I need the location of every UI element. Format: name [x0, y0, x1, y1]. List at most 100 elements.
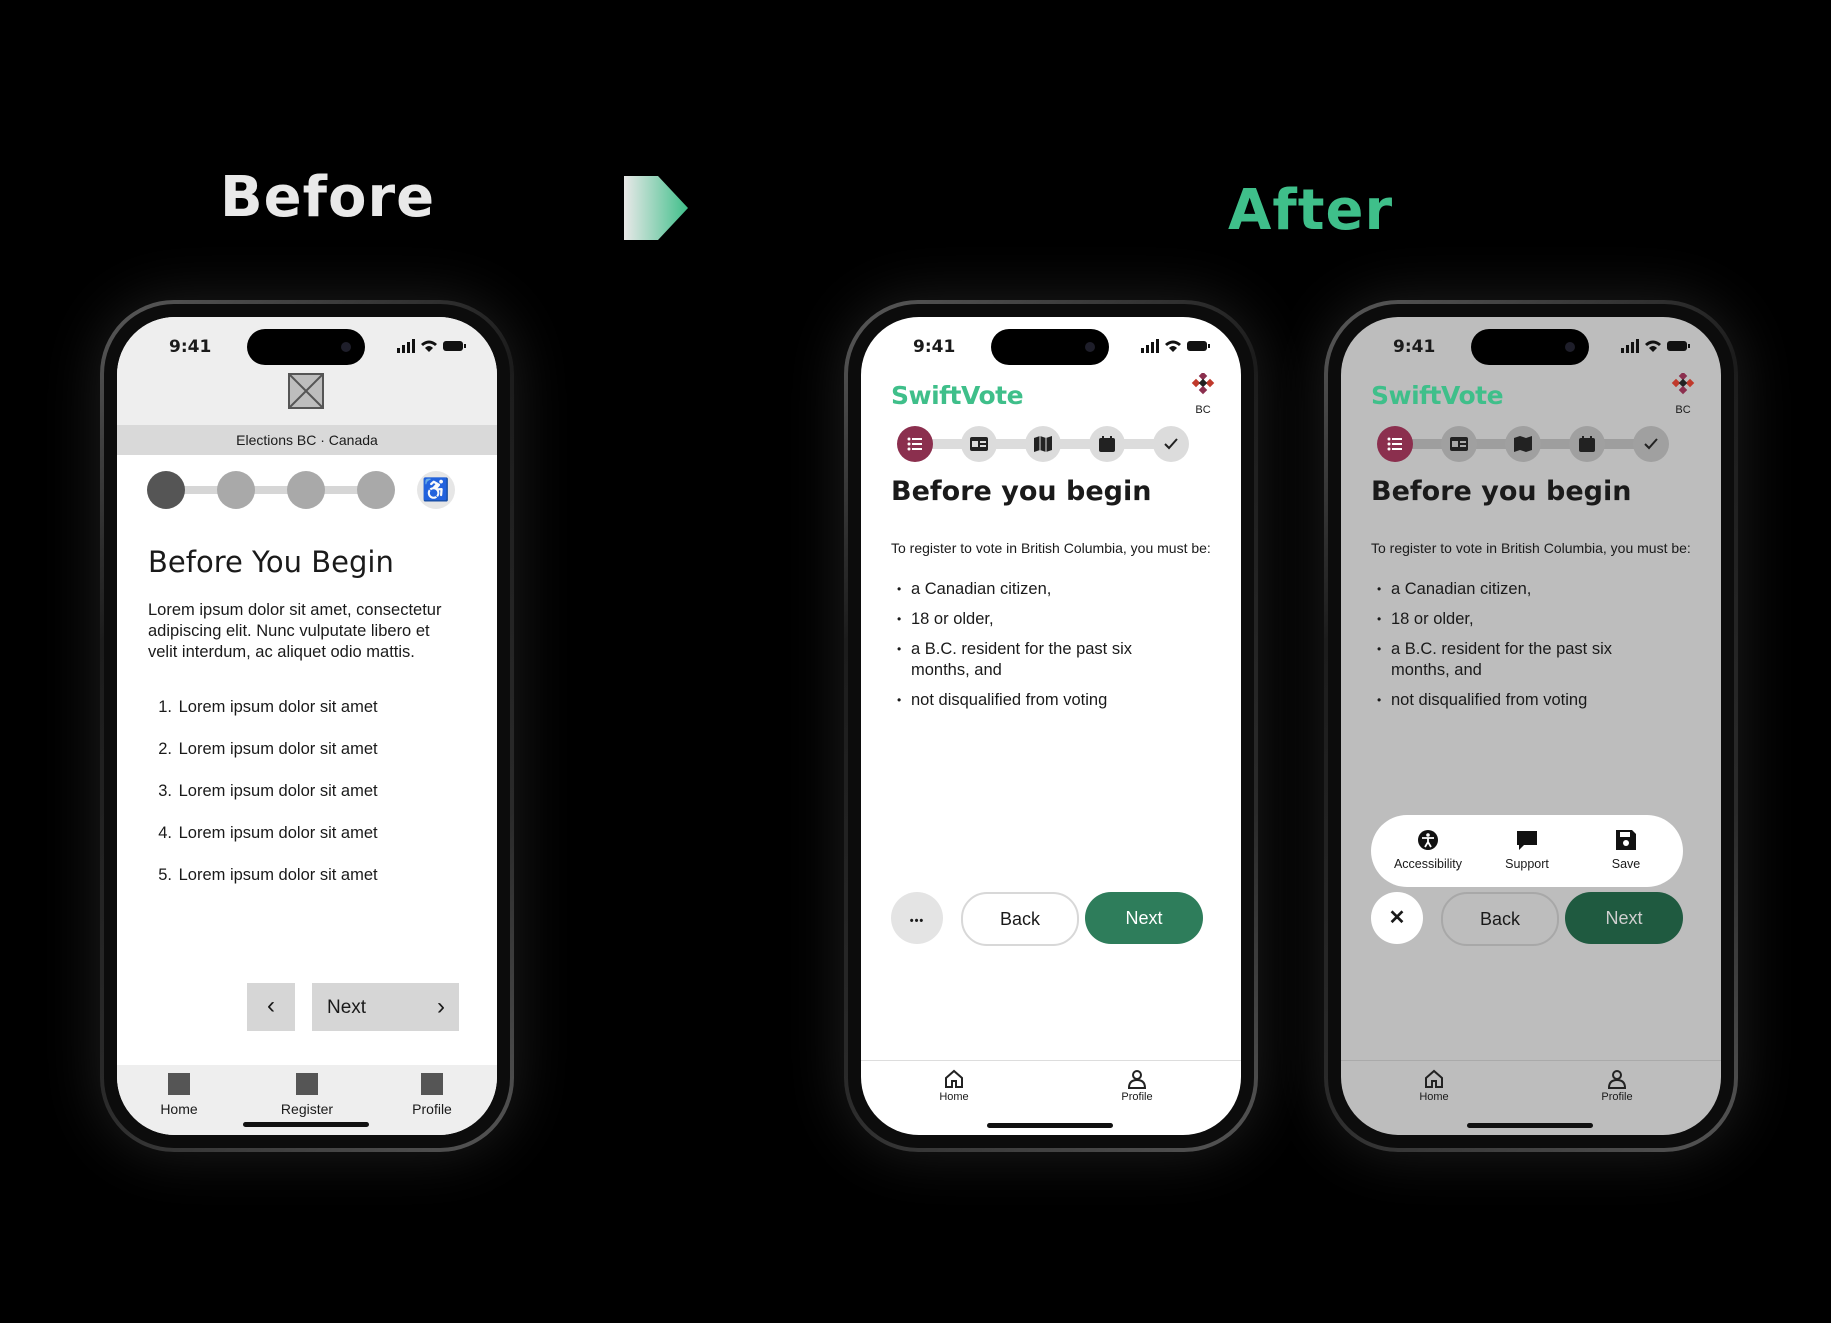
page-title: Before you begin	[1371, 476, 1632, 507]
step-calendar[interactable]	[1569, 426, 1605, 462]
more-dots-icon: •••	[909, 915, 925, 927]
status-bar: 9:41	[1341, 317, 1721, 371]
step-2[interactable]	[217, 471, 255, 509]
home-indicator	[987, 1123, 1113, 1128]
home-icon	[945, 1069, 963, 1088]
requirements-list: a Canadian citizen, 18 or older, a B.C. …	[1377, 579, 1667, 720]
brand-logo: SwiftVote	[1371, 381, 1504, 410]
check-icon	[1164, 438, 1178, 450]
tab-profile[interactable]: Profile	[387, 1073, 477, 1117]
intro-text: To register to vote in British Columbia,…	[891, 540, 1211, 556]
after-screen: 9:41 SwiftVote BC Before you begin To re…	[861, 317, 1241, 1135]
menu-save[interactable]: Save	[1581, 829, 1671, 871]
check-icon	[1644, 438, 1658, 450]
previous-button[interactable]: ‹	[247, 983, 295, 1031]
next-label: Next	[327, 997, 367, 1018]
bc-emblem-icon	[1191, 371, 1215, 395]
tab-profile[interactable]: Profile	[1097, 1069, 1177, 1103]
close-menu-button[interactable]: ✕	[1371, 892, 1423, 944]
tab-home[interactable]: Home	[914, 1069, 994, 1103]
progress-steps	[897, 424, 1197, 464]
accessibility-button[interactable]: ♿	[417, 471, 455, 509]
list-item: not disqualified from voting	[1377, 690, 1667, 711]
tab-bar: Home Profile	[861, 1060, 1241, 1135]
wheelchair-icon: ♿	[422, 477, 450, 502]
menu-accessibility[interactable]: Accessibility	[1383, 829, 1473, 871]
before-heading: Before	[220, 165, 436, 230]
list-item: 5. Lorem ipsum dolor sit amet	[158, 866, 378, 884]
next-button[interactable]: Next	[1565, 892, 1683, 944]
step-3[interactable]	[287, 471, 325, 509]
step-4[interactable]	[357, 471, 395, 509]
back-button[interactable]: Back	[1441, 892, 1559, 946]
chevron-left-icon: ‹	[267, 992, 275, 1019]
status-icons	[397, 339, 466, 353]
requirements-list: 1. Lorem ipsum dolor sit amet 2. Lorem i…	[148, 697, 378, 907]
more-menu: Accessibility Support Save	[1371, 815, 1683, 887]
list-icon	[907, 437, 922, 451]
list-item: a B.C. resident for the past six months,…	[897, 639, 1187, 681]
step-calendar[interactable]	[1089, 426, 1125, 462]
more-button[interactable]: •••	[891, 892, 943, 944]
list-item: 3. Lorem ipsum dolor sit amet	[158, 782, 378, 800]
step-done[interactable]	[1633, 426, 1669, 462]
arrow-icon	[624, 176, 688, 240]
home-icon	[168, 1073, 190, 1095]
step-id[interactable]	[961, 426, 997, 462]
next-button[interactable]: Next	[1085, 892, 1203, 944]
bc-logo: BC	[1667, 371, 1699, 416]
intro-text: To register to vote in British Columbia,…	[1371, 540, 1691, 556]
after-heading: After	[1228, 178, 1394, 243]
list-item: 18 or older,	[1377, 609, 1667, 630]
id-card-icon	[1450, 437, 1468, 451]
close-icon: ✕	[1388, 907, 1406, 929]
step-1[interactable]	[147, 471, 185, 509]
step-map[interactable]	[1025, 426, 1061, 462]
map-icon	[1034, 436, 1052, 452]
status-time: 9:41	[1393, 337, 1436, 357]
list-item: a Canadian citizen,	[1377, 579, 1667, 600]
home-icon	[1425, 1069, 1443, 1088]
image-placeholder-icon	[288, 373, 324, 409]
accessibility-icon	[1418, 830, 1438, 850]
progress-steps	[1377, 424, 1677, 464]
save-icon	[1616, 830, 1636, 850]
tab-register[interactable]: Register	[262, 1073, 352, 1117]
after-menu-screen: 9:41 SwiftVote BC Before you begin To re…	[1341, 317, 1721, 1135]
before-screen: Elections BC · Canada 9:41 ♿ Before You …	[117, 317, 497, 1135]
bc-logo: BC	[1187, 371, 1219, 416]
step-done[interactable]	[1153, 426, 1189, 462]
brand-logo: SwiftVote	[891, 381, 1024, 410]
step-list[interactable]	[1377, 426, 1413, 462]
dynamic-island	[991, 329, 1109, 365]
step-id[interactable]	[1441, 426, 1477, 462]
status-icons	[1621, 339, 1690, 353]
list-item: 1. Lorem ipsum dolor sit amet	[158, 698, 378, 716]
next-button[interactable]: Next ›	[312, 983, 459, 1031]
home-indicator	[1467, 1123, 1593, 1128]
profile-icon	[421, 1073, 443, 1095]
tab-profile[interactable]: Profile	[1577, 1069, 1657, 1103]
status-time: 9:41	[169, 337, 212, 357]
menu-support[interactable]: Support	[1482, 829, 1572, 871]
tab-home[interactable]: Home	[134, 1073, 224, 1117]
dynamic-island	[1471, 329, 1589, 365]
step-map[interactable]	[1505, 426, 1541, 462]
progress-steps	[147, 471, 397, 509]
step-list[interactable]	[897, 426, 933, 462]
tab-bar: Home Register Profile	[117, 1065, 497, 1135]
home-indicator	[243, 1122, 369, 1127]
chat-bubble-icon	[1517, 831, 1537, 850]
list-item: 18 or older,	[897, 609, 1187, 630]
list-icon	[1387, 437, 1402, 451]
chevron-right-icon: ›	[437, 993, 445, 1020]
bc-emblem-icon	[1671, 371, 1695, 395]
tab-home[interactable]: Home	[1394, 1069, 1474, 1103]
status-bar: 9:41	[117, 317, 497, 371]
back-button[interactable]: Back	[961, 892, 1079, 946]
before-phone: Elections BC · Canada 9:41 ♿ Before You …	[100, 300, 514, 1152]
id-card-icon	[970, 437, 988, 451]
after-menu-phone: 9:41 SwiftVote BC Before you begin To re…	[1324, 300, 1738, 1152]
list-item: not disqualified from voting	[897, 690, 1187, 711]
status-icons	[1141, 339, 1210, 353]
